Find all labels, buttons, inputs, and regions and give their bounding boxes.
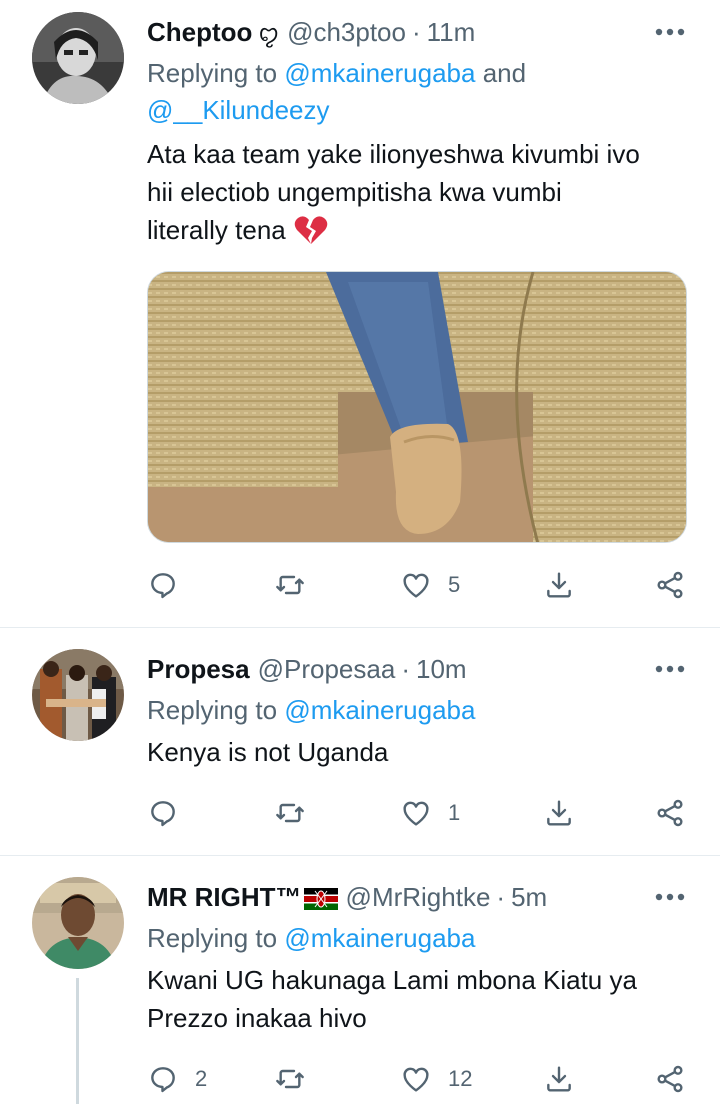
text-line: hii electiob ungempitisha kwa vumbi [147,177,562,207]
reply-icon [151,1067,175,1093]
replying-prefix: Replying to [147,695,285,725]
timestamp[interactable]: 11m [427,17,476,48]
tweet-text: Kwani UG hakunaga Lami mbona Kiatu ya Pr… [147,961,687,1037]
broken-heart-emoji [294,215,328,245]
text-line: Kenya is not Uganda [147,737,389,767]
tweet-actions: 1 [147,793,707,833]
tweet-header: MR RIGHT™ @MrRightke · 5m [147,877,547,917]
avatar[interactable] [32,649,124,741]
tweet-header: Propesa @Propesaa · 10m [147,649,467,689]
text-line-last: literally tena [147,211,687,249]
download-button[interactable] [543,1059,575,1099]
text-line: Prezzo inakaa hivo [147,1003,367,1033]
timestamp[interactable]: 5m [511,882,547,913]
tweet-1[interactable]: Cheptoo ꨄ︎ @ch3ptoo · 11m Replying to @m… [0,0,720,627]
like-count: 5 [448,572,461,597]
reply-button[interactable] [147,565,195,605]
download-button[interactable] [543,565,575,605]
tweet-text: Ata kaa team yake ilionyeshwa kivumbi iv… [147,135,687,249]
timestamp[interactable]: 10m [416,654,467,685]
share-button[interactable] [654,565,686,605]
replying-prefix: Replying to [147,58,285,88]
separator: · [401,653,410,684]
text-line: literally tena [147,215,286,245]
tweet-actions: 2 12 [147,1059,707,1099]
retweet-button[interactable] [274,1059,322,1099]
handle[interactable]: @MrRightke [346,882,491,913]
retweet-icon [276,575,304,595]
reply-button[interactable]: 2 [147,1059,207,1099]
mention-link[interactable]: @__Kilundeezy [147,95,330,125]
like-count: 1 [448,800,461,825]
separator: · [496,881,506,912]
reply-button[interactable] [147,793,195,833]
download-icon [547,800,571,826]
share-button[interactable] [654,793,686,833]
reply-icon [151,573,175,599]
replying-to: Replying to @mkainerugaba [147,692,687,729]
share-icon [657,1065,683,1093]
handle[interactable]: @Propesaa [258,654,396,685]
share-button[interactable] [654,1059,686,1099]
tweet-image[interactable] [147,271,687,543]
tweet-header: Cheptoo ꨄ︎ @ch3ptoo · 11m [147,12,475,52]
share-icon [657,799,683,827]
display-name[interactable]: Cheptoo [147,17,252,48]
like-icon [403,1067,429,1092]
tweet-actions: 5 [147,565,707,605]
retweet-icon [276,803,304,823]
avatar[interactable] [32,12,124,104]
text-line: Kwani UG hakunaga Lami mbona Kiatu ya [147,965,637,995]
kenya-flag-icon [303,886,338,910]
replying-to: Replying to @mkainerugaba and @__Kilunde… [147,55,687,129]
replying-prefix: Replying to [147,923,285,953]
reply-icon [151,801,175,827]
like-button[interactable]: 12 [400,1059,472,1099]
more-icon[interactable] [652,14,688,50]
like-icon [403,573,429,598]
handle[interactable]: @ch3ptoo [287,17,406,48]
display-name[interactable]: Propesa [147,654,250,685]
mention-link[interactable]: @mkainerugaba [284,58,475,88]
download-icon [547,572,571,598]
mention-link[interactable]: @mkainerugaba [284,923,475,953]
mention-link[interactable]: @mkainerugaba [284,695,475,725]
retweet-button[interactable] [274,565,322,605]
separator: · [411,16,421,47]
retweet-button[interactable] [274,793,322,833]
retweet-icon [276,1069,304,1089]
like-button[interactable]: 1 [400,793,460,833]
like-icon [403,801,429,826]
avatar[interactable] [32,877,124,969]
display-name[interactable]: MR RIGHT™ [147,882,302,913]
download-button[interactable] [543,793,575,833]
like-count: 12 [448,1066,473,1091]
name-emoji: ꨄ︎ [258,20,280,46]
tweet-3[interactable]: MR RIGHT™ @MrRightke · 5m Replying to @m… [0,856,720,1104]
share-icon [657,571,683,599]
more-icon[interactable] [652,879,688,915]
tweet-text: Kenya is not Uganda [147,733,687,771]
tweet-2[interactable]: Propesa @Propesaa · 10m Replying to @mka… [0,628,720,854]
like-button[interactable]: 5 [400,565,460,605]
more-icon[interactable] [652,651,688,687]
mention-join: and [475,58,527,88]
reply-count: 2 [195,1066,208,1091]
text-line: Ata kaa team yake ilionyeshwa kivumbi iv… [147,139,640,169]
replying-to: Replying to @mkainerugaba [147,920,687,957]
download-icon [547,1066,571,1092]
